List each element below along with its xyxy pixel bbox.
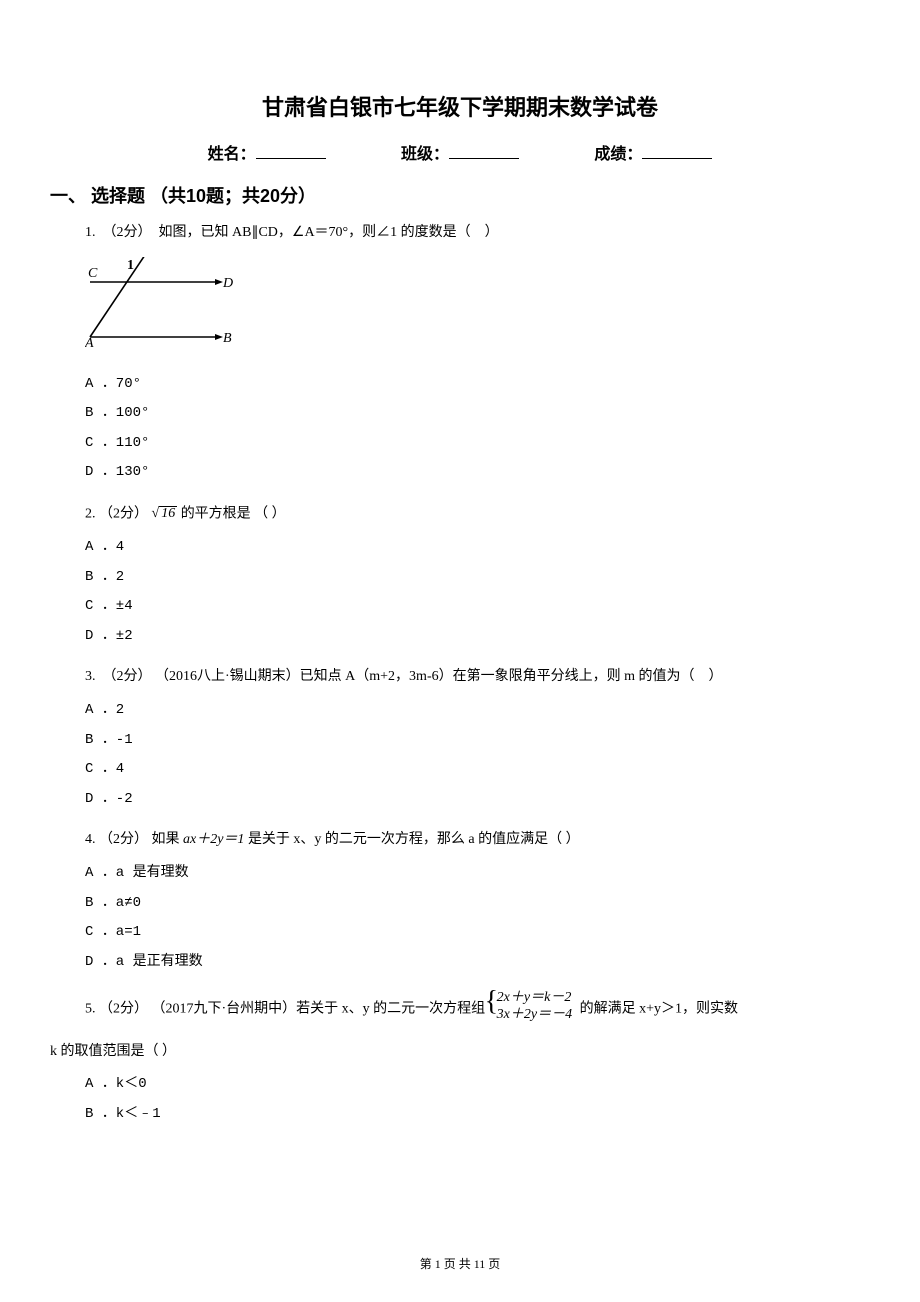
page-footer: 第 1 页 共 11 页 [0, 1255, 920, 1272]
q3-options: A ．2 B ．-1 C ．4 D ．-2 [85, 701, 870, 809]
q5-option-b: B ．k＜﹣1 [85, 1105, 870, 1125]
figure-label-d: D [222, 276, 233, 291]
figure-label-c: C [88, 266, 98, 281]
q2-prefix: 2. （2分） [85, 506, 148, 521]
q1-option-d: D ．130° [85, 463, 870, 483]
question-4: 4. （2分） 如果 ax＋2y＝1 是关于 x、y 的二元一次方程，那么 a … [85, 827, 870, 854]
page-title: 甘肃省白银市七年级下学期期末数学试卷 [50, 90, 870, 122]
score-label: 成绩： [594, 146, 642, 163]
figure-label-1: 1 [127, 258, 134, 273]
q4-option-d: D ．a 是正有理数 [85, 953, 870, 973]
q4-option-b: B ．a≠0 [85, 894, 870, 914]
q4-prefix: 4. （2分） 如果 [85, 832, 183, 847]
q2-options: A ．4 B ．2 C ．±4 D ．±2 [85, 538, 870, 646]
q5-eq-row2: 3x＋2y＝－4 [497, 1007, 572, 1024]
q1-figure: C D A B 1 [85, 257, 870, 357]
figure-label-a: A [85, 336, 94, 351]
section-1-header: 一、 选择题 （共10题；共20分） [50, 182, 870, 208]
question-5: 5. （2分） （2017九下·台州期中）若关于 x、y 的二元一次方程组 { … [85, 990, 870, 1028]
q3-option-d: D ．-2 [85, 790, 870, 810]
q2-option-a: A ．4 [85, 538, 870, 558]
class-label: 班级： [401, 146, 449, 163]
q4-options: A ．a 是有理数 B ．a≠0 C ．a=1 D ．a 是正有理数 [85, 864, 870, 972]
q2-option-d: D ．±2 [85, 627, 870, 647]
question-1: 1. （2分） 如图，已知 AB∥CD，∠A＝70°，则∠1 的度数是（ ） [85, 220, 870, 247]
q1-stem: 1. （2分） 如图，已知 AB∥CD，∠A＝70°，则∠1 的度数是（ ） [85, 225, 499, 240]
name-underline [256, 158, 326, 159]
class-underline [449, 158, 519, 159]
q1-option-b: B ．100° [85, 404, 870, 424]
q4-option-c: C ．a=1 [85, 923, 870, 943]
q5-continuation: k 的取值范围是（ ） [50, 1039, 870, 1066]
q5-eq-row1: 2x＋y＝k－2 [497, 990, 572, 1007]
q3-option-b: B ．-1 [85, 731, 870, 751]
q2-sqrt-inner: 16 [159, 506, 177, 521]
student-info-row: 姓名： 班级： 成绩： [50, 140, 870, 164]
q5-suffix: 的解满足 x+y＞1，则实数 [580, 1002, 738, 1017]
q4-equation: ax＋2y＝1 [183, 832, 244, 847]
figure-label-b: B [223, 331, 232, 346]
q3-option-c: C ．4 [85, 760, 870, 780]
q1-option-c: C ．110° [85, 434, 870, 454]
question-3: 3. （2分） （2016八上·锡山期末）已知点 A（m+2，3m-6）在第一象… [85, 664, 870, 691]
class-field: 班级： [401, 140, 519, 164]
q2-option-b: B ．2 [85, 568, 870, 588]
name-field: 姓名： [208, 140, 326, 164]
q2-option-c: C ．±4 [85, 597, 870, 617]
q2-suffix: 的平方根是 （ ） [181, 506, 286, 521]
q5-options: A ．k＜0 B ．k＜﹣1 [85, 1075, 870, 1124]
score-underline [642, 158, 712, 159]
q3-option-a: A ．2 [85, 701, 870, 721]
q1-options: A ．70° B ．100° C ．110° D ．130° [85, 375, 870, 483]
sqrt-icon: √16 [152, 501, 178, 528]
question-2: 2. （2分） √16 的平方根是 （ ） [85, 501, 870, 528]
q3-stem: 3. （2分） （2016八上·锡山期末）已知点 A（m+2，3m-6）在第一象… [85, 669, 723, 684]
q5-option-a: A ．k＜0 [85, 1075, 870, 1095]
name-label: 姓名： [208, 146, 256, 163]
q1-option-a: A ．70° [85, 375, 870, 395]
q5-prefix: 5. （2分） （2017九下·台州期中）若关于 x、y 的二元一次方程组 [85, 1002, 489, 1017]
equation-system-icon: { 2x＋y＝k－2 3x＋2y＝－4 [493, 990, 572, 1028]
q4-option-a: A ．a 是有理数 [85, 864, 870, 884]
score-field: 成绩： [594, 140, 712, 164]
q4-suffix: 是关于 x、y 的二元一次方程，那么 a 的值应满足（ ） [244, 832, 579, 847]
